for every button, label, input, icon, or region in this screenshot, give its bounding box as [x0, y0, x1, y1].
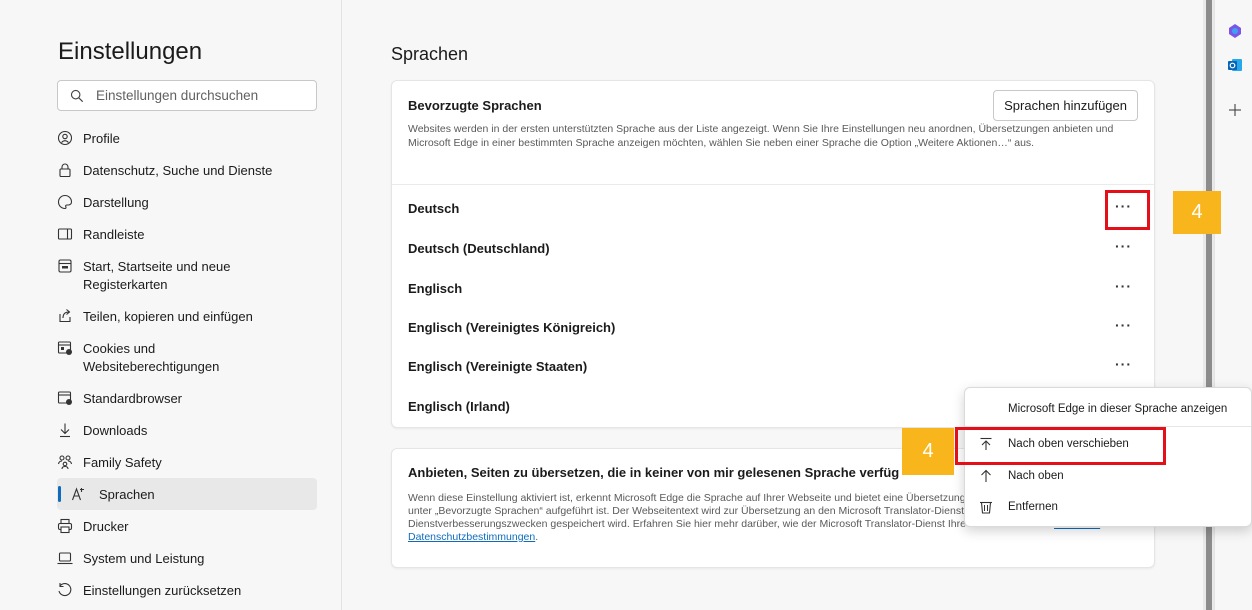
cookie-icon — [57, 341, 72, 355]
sidebar-item-label: Family Safety — [83, 455, 162, 470]
sidebar-item-label: Downloads — [83, 423, 148, 438]
download-icon — [60, 423, 70, 438]
reset-icon — [58, 583, 72, 597]
sidebar-item-default-browser[interactable]: Standardbrowser — [57, 382, 317, 414]
highlight-more-actions — [1105, 190, 1150, 230]
sidebar-icon — [57, 228, 73, 240]
page-title: Sprachen — [391, 44, 469, 64]
language-row-englisch-uk: Englisch (Vereinigtes Königreich) ··· — [408, 317, 1140, 339]
add-languages-button[interactable]: Sprachen hinzufügen — [993, 90, 1138, 121]
more-actions-button[interactable]: ··· — [1115, 356, 1132, 372]
sidebar-item-downloads[interactable]: Downloads — [57, 414, 317, 446]
sidebar-item-label: Einstellungen zurücksetzen — [83, 583, 242, 598]
share-icon — [59, 309, 71, 323]
sidebar-item-system[interactable]: System und Leistung — [57, 542, 317, 574]
sidebar-item-label: Cookies und Websiteberechtigungen — [83, 341, 220, 374]
sidebar-item-profile[interactable]: Profile — [57, 122, 317, 154]
sidebar-item-label: Profile — [83, 131, 120, 146]
search-input[interactable] — [96, 88, 296, 103]
menu-item-display-edge-language[interactable]: Microsoft Edge in dieser Sprache anzeige… — [965, 396, 1252, 422]
language-name: Englisch — [408, 281, 463, 296]
family-icon — [57, 455, 73, 470]
plus-icon[interactable] — [1227, 102, 1243, 118]
sidebar-item-share[interactable]: Teilen, kopieren und einfügen — [57, 300, 317, 332]
search-icon — [70, 89, 84, 102]
language-name: Deutsch (Deutschland) — [408, 241, 550, 256]
language-row-englisch-us: Englisch (Vereinigte Staaten) ··· — [408, 356, 1140, 378]
menu-item-label: Nach oben — [1008, 470, 1064, 482]
step-badge-more-actions: 4 — [1173, 191, 1221, 234]
language-name: Deutsch — [408, 201, 460, 216]
sidebar-item-label: System und Leistung — [83, 551, 205, 566]
sidebar-item-languages[interactable]: Sprachen — [57, 478, 317, 510]
home-tab-icon — [58, 259, 72, 273]
language-row-deutsch: Deutsch ··· — [408, 198, 1140, 220]
sidebar-item-privacy[interactable]: Datenschutz, Suche und Dienste — [57, 154, 317, 186]
sidebar-item-label: Datenschutz, Suche und Dienste — [83, 163, 273, 178]
language-row-englisch: Englisch ··· — [408, 278, 1140, 300]
settings-search-box[interactable] — [57, 80, 317, 111]
sidebar-item-appearance[interactable]: Darstellung — [57, 186, 317, 218]
sidebar-item-label: Teilen, kopieren und einfügen — [83, 309, 253, 324]
menu-item-label: Entfernen — [1008, 501, 1058, 513]
sidebar-title: Einstellungen — [58, 38, 203, 65]
translate-offer-heading: Anbieten, Seiten zu übersetzen, die in k… — [408, 465, 900, 480]
outlook-icon[interactable] — [1227, 57, 1243, 73]
language-row-deutsch-de: Deutsch (Deutschland) ··· — [408, 238, 1140, 260]
language-name: Englisch (Vereinigte Staaten) — [408, 359, 588, 374]
appearance-icon — [57, 194, 73, 210]
language-icon — [71, 487, 84, 501]
divider — [392, 184, 1154, 185]
preferred-languages-card: Bevorzugte Sprachen Sprachen hinzufügen … — [391, 80, 1155, 428]
sidebar-item-start[interactable]: Start, Startseite und neue Registerkarte… — [57, 250, 317, 300]
preferred-languages-heading: Bevorzugte Sprachen — [408, 98, 542, 113]
translate-description-suffix: . — [535, 531, 539, 543]
sidebar-item-label: Darstellung — [83, 195, 149, 210]
sidebar-item-label: Drucker — [83, 519, 129, 534]
menu-item-remove[interactable]: Entfernen — [965, 494, 1252, 520]
language-name: Englisch (Vereinigtes Königreich) — [408, 320, 616, 335]
sidebar-item-label: Randleiste — [83, 227, 145, 242]
sidebar-item-printer[interactable]: Drucker — [57, 510, 317, 542]
menu-item-move-up[interactable]: Nach oben — [965, 463, 1252, 489]
more-actions-button[interactable]: ··· — [1115, 278, 1132, 294]
sidebar-item-label: Standardbrowser — [83, 391, 182, 406]
copilot-icon[interactable] — [1227, 23, 1243, 39]
sidebar-item-reset[interactable]: Einstellungen zurücksetzen — [57, 574, 317, 606]
more-actions-button[interactable]: ··· — [1115, 317, 1132, 333]
trash-icon — [980, 501, 992, 514]
profile-icon — [57, 130, 73, 146]
sidebar-item-label: Sprachen — [99, 487, 155, 502]
default-browser-icon — [57, 391, 72, 405]
lock-icon — [59, 163, 71, 178]
printer-icon — [57, 518, 73, 534]
sidebar-item-sidebar[interactable]: Randleiste — [57, 218, 317, 250]
sidebar-item-label: Start, Startseite und neue Registerkarte… — [83, 259, 231, 292]
language-name: Englisch (Irland) — [408, 399, 510, 414]
preferred-languages-description: Websites werden in der ersten unterstütz… — [408, 123, 1114, 149]
more-actions-button[interactable]: ··· — [1115, 238, 1132, 254]
sidebar-item-cookies[interactable]: Cookies und Websiteberechtigungen — [57, 332, 317, 382]
settings-nav: Profile Datenschutz, Suche und Dienste D… — [57, 122, 317, 606]
step-badge-move-to-top: 4 — [902, 428, 954, 475]
menu-item-label: Microsoft Edge in dieser Sprache anzeige… — [1008, 403, 1228, 415]
arrow-up-icon — [981, 469, 991, 482]
laptop-icon — [57, 552, 73, 565]
sidebar-item-family-safety[interactable]: Family Safety — [57, 446, 317, 478]
settings-sidebar: Einstellungen Profile Datenschutz, Suche… — [0, 0, 342, 610]
highlight-move-to-top — [955, 427, 1166, 465]
